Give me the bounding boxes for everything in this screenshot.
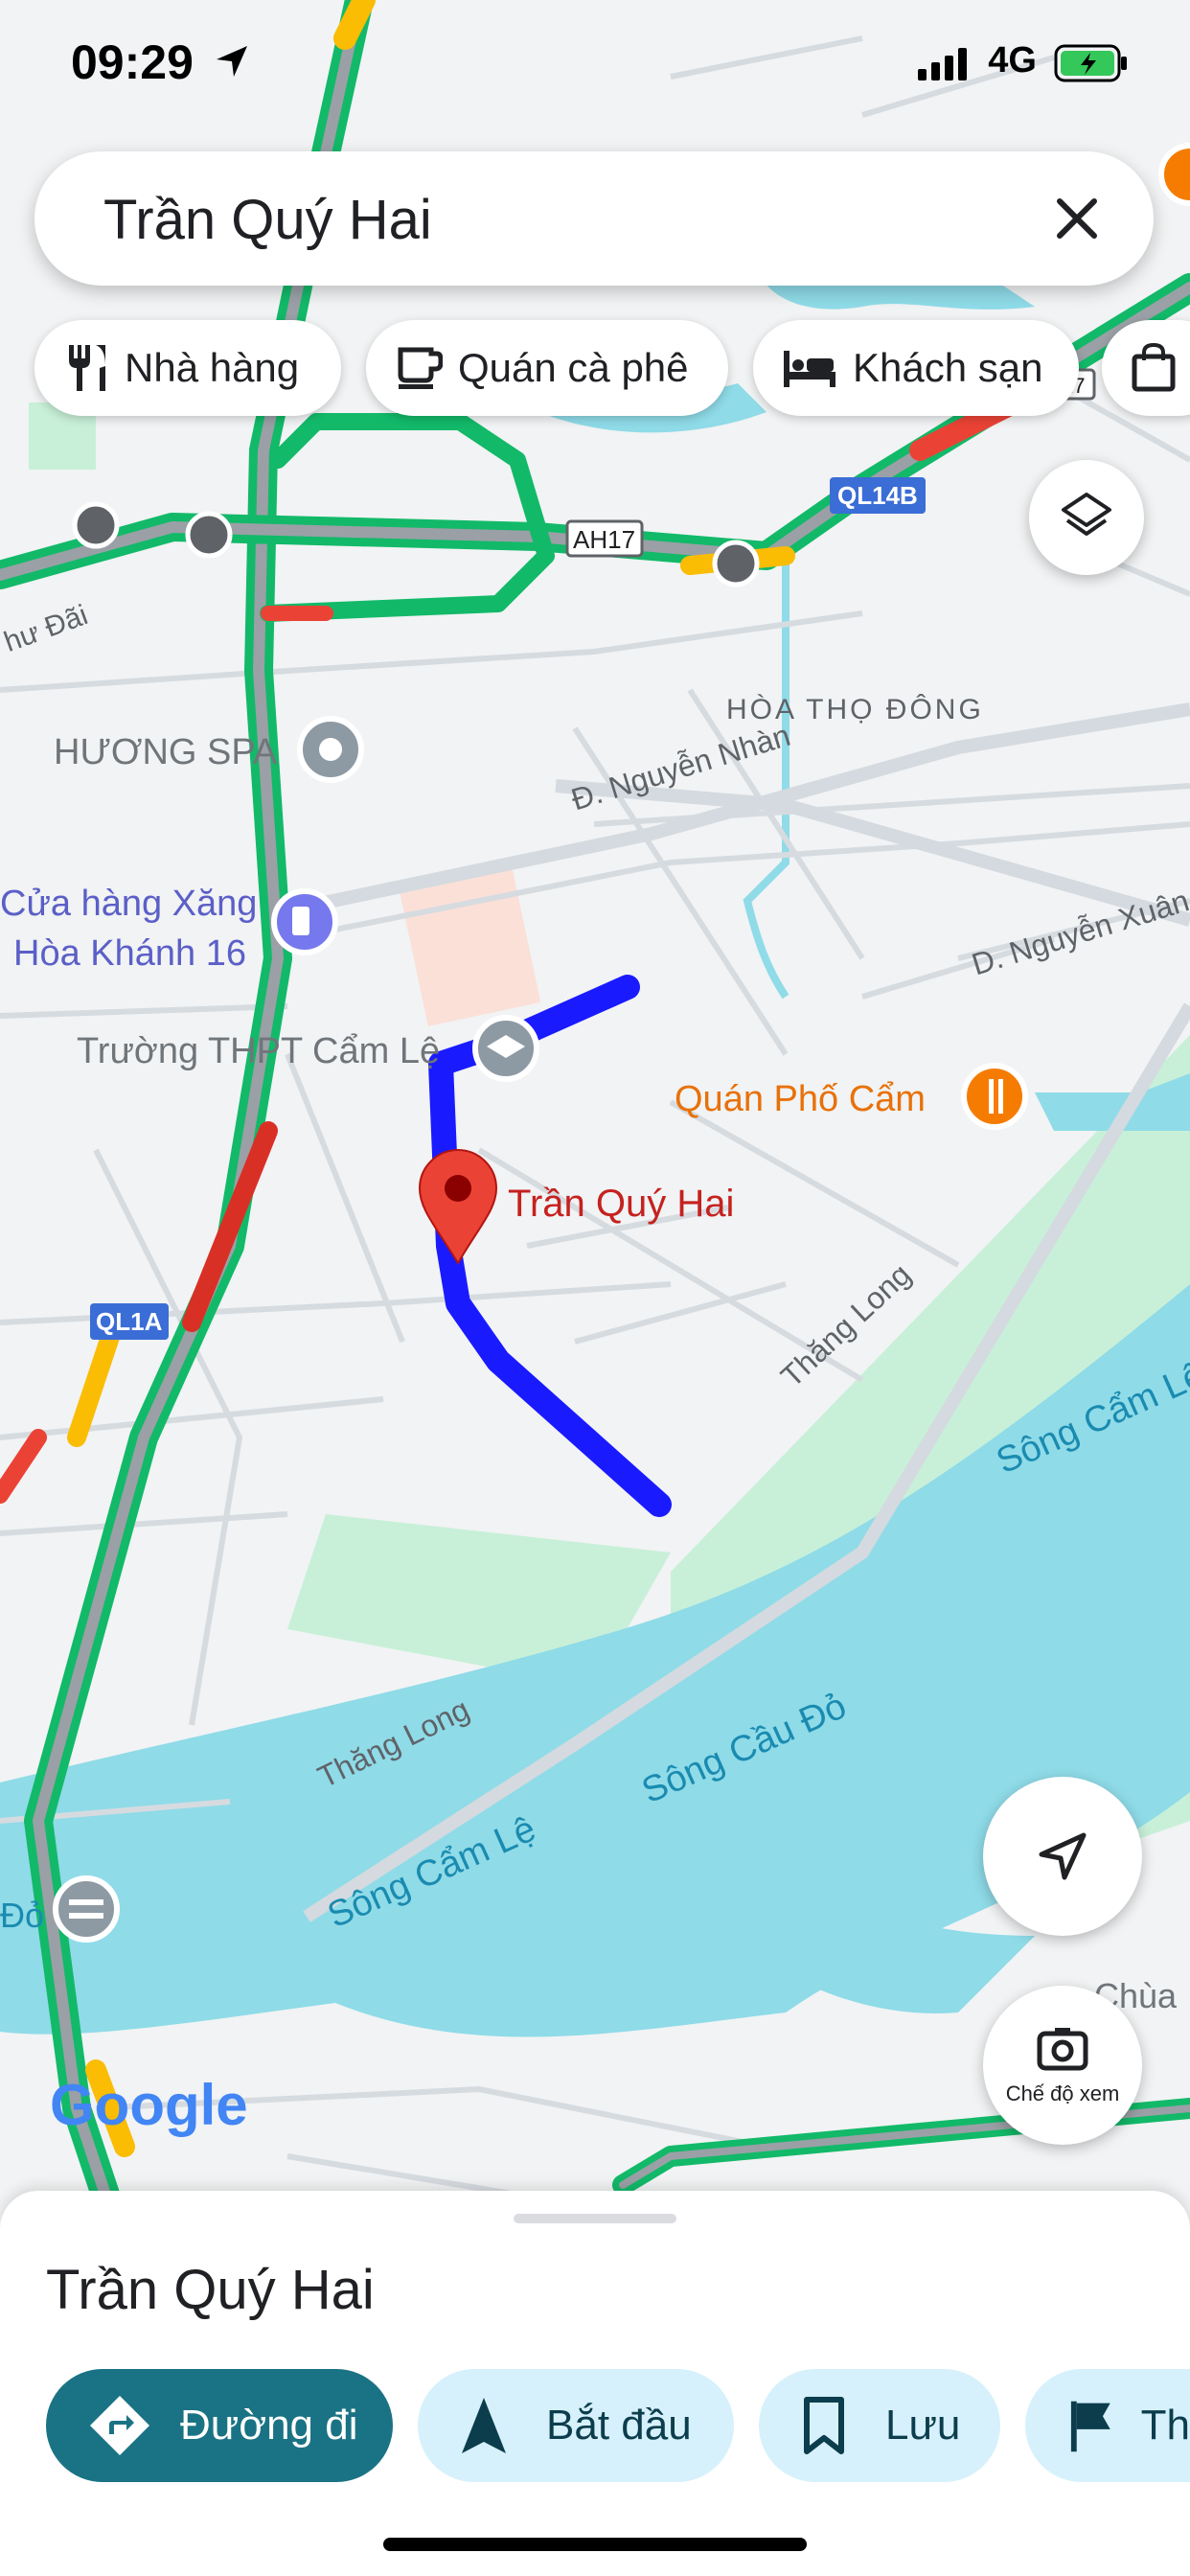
status-time: 09:29 (71, 35, 194, 89)
bookmark-icon (804, 2397, 844, 2454)
shield-ql1a: QL1A (96, 1307, 163, 1336)
status-bar: 09:29 4G (0, 29, 1190, 105)
restaurant-icon (69, 345, 105, 391)
place-school[interactable]: Trường THPT Cẩm Lệ (77, 1031, 440, 1072)
navigation-arrow-icon (1039, 1832, 1087, 1880)
chip-label: Khách sạn (853, 345, 1043, 390)
shopping-bag-icon (1132, 343, 1176, 392)
ward-label: HÒA THỌ ĐÔNG (726, 694, 984, 725)
directions-label: Đường đi (180, 2402, 358, 2449)
directions-button[interactable]: Đường đi (46, 2369, 393, 2482)
signal-icon (918, 48, 967, 80)
shield-ql14b: QL14B (837, 481, 918, 510)
location-arrow-icon (217, 46, 247, 77)
chip-label: Quán cà phê (458, 345, 689, 390)
place-huong-spa[interactable]: HƯƠNG SPA (54, 732, 277, 773)
chip-shopping[interactable] (1102, 320, 1190, 416)
drag-handle[interactable] (514, 2214, 676, 2223)
battery-icon (1054, 44, 1127, 82)
close-icon[interactable] (1039, 180, 1115, 257)
start-label: Bắt đầu (546, 2402, 692, 2449)
flag-icon (1070, 2401, 1110, 2452)
my-location-button[interactable] (983, 1777, 1142, 1936)
network-type: 4G (988, 40, 1037, 80)
lens-view-button[interactable]: Chế độ xem (983, 1986, 1142, 2145)
chip-hotel[interactable]: Khách sạn (753, 320, 1079, 416)
camera-lens-icon (1037, 2028, 1088, 2071)
coffee-icon (398, 347, 443, 389)
home-indicator[interactable] (383, 2538, 807, 2551)
hotel-icon (784, 351, 835, 387)
river-do-fragment: Đỏ (0, 1896, 45, 1935)
place-selected[interactable]: Trần Quý Hai (508, 1183, 734, 1226)
place-title: Trần Quý Hai (46, 2259, 375, 2321)
chip-restaurant[interactable]: Nhà hàng (34, 320, 341, 416)
layers-button[interactable] (1029, 460, 1144, 575)
lens-label: Chế độ xem (1005, 2082, 1120, 2105)
save-button[interactable]: Lưu (759, 2369, 1000, 2482)
more-button[interactable]: Th (1025, 2369, 1190, 2482)
place-bottom-sheet[interactable]: Trần Quý Hai Đường đi Bắt đầu Lưu Th (0, 2191, 1190, 2576)
search-bar[interactable]: Trần Quý Hai (34, 151, 1154, 286)
search-query[interactable]: Trần Quý Hai (103, 188, 432, 252)
start-button[interactable]: Bắt đầu (418, 2369, 734, 2482)
more-label: Th (1140, 2402, 1190, 2449)
chip-label: Nhà hàng (125, 345, 300, 390)
google-logo: Google (50, 2073, 248, 2137)
place-gas-line1[interactable]: Cửa hàng Xăng (0, 884, 257, 925)
shield-ah17: AH17 (573, 525, 636, 554)
layers-icon (1062, 493, 1111, 536)
navigation-icon (462, 2398, 506, 2453)
directions-icon (90, 2396, 149, 2455)
place-restaurant[interactable]: Quán Phố Cẩm (675, 1079, 926, 1120)
save-label: Lưu (885, 2402, 961, 2449)
chip-coffee[interactable]: Quán cà phê (366, 320, 728, 416)
place-gas-line2[interactable]: Hòa Khánh 16 (13, 933, 246, 975)
